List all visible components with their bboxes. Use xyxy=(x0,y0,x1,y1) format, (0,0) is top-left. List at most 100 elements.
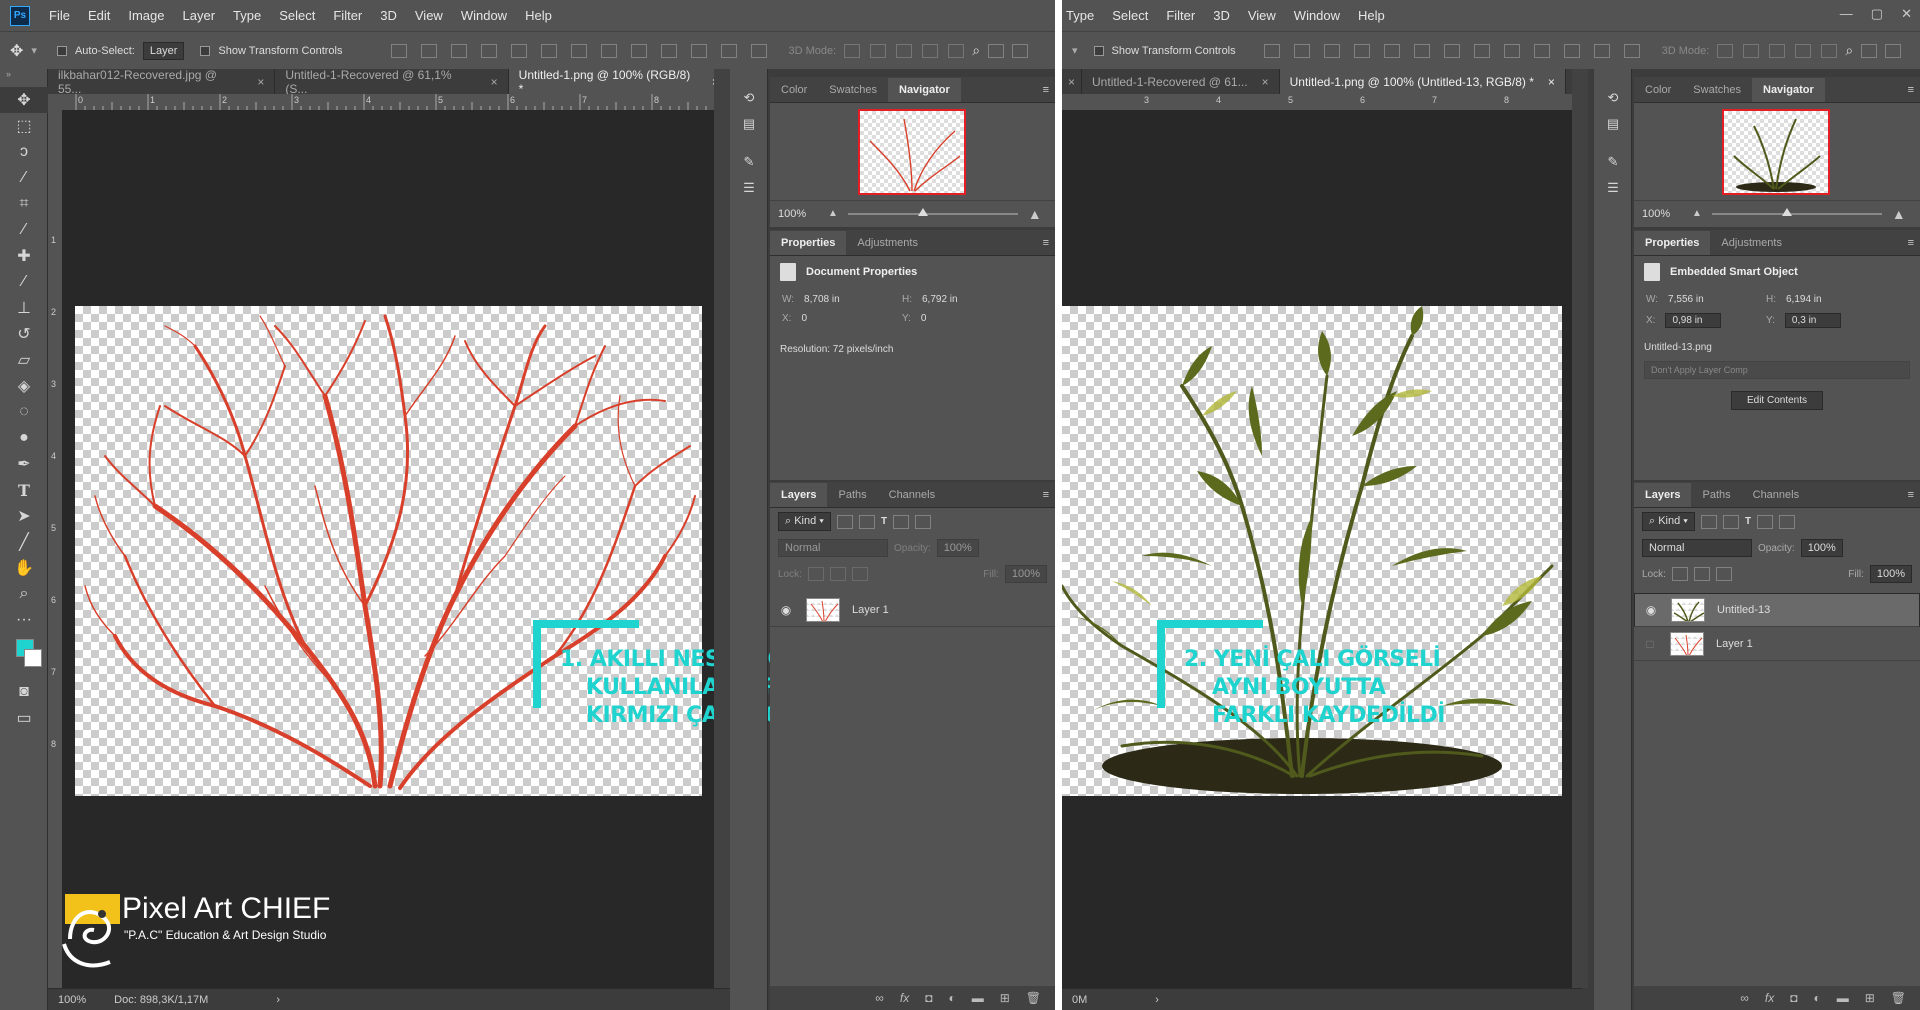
distribute-center-icon[interactable] xyxy=(690,43,707,58)
paint-bucket-icon[interactable]: ◈ xyxy=(0,373,48,399)
fill-field[interactable]: 100% xyxy=(1869,565,1912,583)
opacity-field[interactable]: 100% xyxy=(1800,539,1843,557)
filter-adjustment-icon[interactable] xyxy=(858,514,875,529)
adjustment-layer-icon[interactable]: ◐ xyxy=(948,991,955,1005)
healing-brush-icon[interactable]: ✚ xyxy=(0,243,48,269)
navigator-zoom-value[interactable]: 100% xyxy=(778,208,818,220)
filter-smart-object-icon[interactable] xyxy=(1779,514,1796,529)
close-icon[interactable]: × xyxy=(491,75,498,89)
layer-row[interactable]: □ Layer 1 xyxy=(1634,627,1920,661)
zoom-slider[interactable] xyxy=(847,207,1018,216)
filter-adjustment-icon[interactable] xyxy=(1722,514,1739,529)
tab-channels[interactable]: Channels xyxy=(878,483,946,507)
history-icon[interactable]: ⟲ xyxy=(1594,85,1632,111)
align-bottom-icon[interactable] xyxy=(450,43,467,58)
tab-overflow[interactable]: × xyxy=(1062,69,1083,94)
fill-field[interactable]: 100% xyxy=(1004,565,1047,583)
menu-layer[interactable]: Layer xyxy=(174,8,225,23)
rotate-3d-icon[interactable] xyxy=(844,43,861,58)
workspace-icon[interactable] xyxy=(1861,43,1878,58)
canvas-area[interactable] xyxy=(1062,110,1572,988)
panel-menu-icon[interactable]: ≡ xyxy=(1908,489,1914,501)
slide-3d-icon[interactable] xyxy=(1795,43,1812,58)
clone-stamp-icon[interactable]: ⊥ xyxy=(0,295,48,321)
scale-3d-icon[interactable] xyxy=(1821,43,1838,58)
eye-icon[interactable]: ◉ xyxy=(1643,603,1659,617)
adjust-icon[interactable]: ☰ xyxy=(730,175,768,201)
collapse-toolbar-icon[interactable]: » xyxy=(0,69,47,87)
tab-navigator[interactable]: Navigator xyxy=(888,78,961,102)
tab-color[interactable]: Color xyxy=(770,78,818,102)
align-left-icon[interactable] xyxy=(480,43,497,58)
tab-ilkbahar[interactable]: ilkbahar012-Recovered.jpg @ 55... × xyxy=(48,68,276,96)
tab-untitled-recovered[interactable]: Untitled-1-Recovered @ 61,1% (S... × xyxy=(275,68,509,96)
rotate-3d-icon[interactable] xyxy=(1717,43,1734,58)
panel-menu-icon[interactable]: ≡ xyxy=(1908,84,1914,96)
auto-align-icon[interactable] xyxy=(750,43,767,58)
zoom-out-icon[interactable]: ▲ xyxy=(1692,208,1702,219)
zoom-level[interactable]: 100% xyxy=(58,994,86,1006)
tab-layers[interactable]: Layers xyxy=(1634,483,1692,507)
align-top-icon[interactable] xyxy=(1263,43,1280,58)
align-top-icon[interactable] xyxy=(390,43,407,58)
panel-menu-icon[interactable]: ≡ xyxy=(1043,84,1049,96)
align-middle-icon[interactable] xyxy=(420,43,437,58)
marquee-tool-icon[interactable]: ⬚ xyxy=(0,113,48,139)
new-group-icon[interactable]: ▬ xyxy=(972,991,984,1005)
actions-ruler-icon[interactable]: ▤ xyxy=(1594,111,1632,137)
show-transform-checkbox[interactable] xyxy=(1093,45,1104,56)
menu-help[interactable]: Help xyxy=(516,8,561,23)
zoom-slider-knob[interactable] xyxy=(1781,207,1792,216)
lock-pixels-icon[interactable] xyxy=(1671,567,1688,581)
distribute-left-icon[interactable] xyxy=(1533,43,1550,58)
align-middle-icon[interactable] xyxy=(1293,43,1310,58)
zoom-slider[interactable] xyxy=(1711,207,1882,216)
screen-mode-icon[interactable]: ▭ xyxy=(0,705,48,731)
distribute-bottom-icon[interactable] xyxy=(630,43,647,58)
link-layers-icon[interactable]: ∞ xyxy=(875,991,884,1005)
canvas-area[interactable] xyxy=(62,110,714,988)
menu-type[interactable]: Type xyxy=(224,8,270,23)
opacity-field[interactable]: 100% xyxy=(936,539,979,557)
edit-contents-button[interactable]: Edit Contents xyxy=(1731,391,1823,410)
menu-filter[interactable]: Filter xyxy=(324,8,371,23)
maximize-icon[interactable]: ▢ xyxy=(1871,6,1883,22)
blend-mode-dropdown[interactable]: Normal xyxy=(778,539,888,557)
lock-all-icon[interactable] xyxy=(851,567,868,581)
tab-untitled-1-png[interactable]: Untitled-1.png @ 100% (RGB/8) *× xyxy=(508,68,730,96)
adjustment-layer-icon[interactable]: ◐ xyxy=(1813,991,1820,1005)
menu-window[interactable]: Window xyxy=(1285,8,1349,23)
menu-filter[interactable]: Filter xyxy=(1157,8,1204,23)
scale-3d-icon[interactable] xyxy=(948,43,965,58)
y-field[interactable]: 0,3 in xyxy=(1784,313,1841,328)
roll-3d-icon[interactable] xyxy=(1743,43,1760,58)
lasso-tool-icon[interactable]: ↄ xyxy=(0,139,48,165)
navigator-preview[interactable] xyxy=(858,109,966,195)
chevron-right-icon[interactable]: › xyxy=(276,994,280,1006)
menu-type[interactable]: Type xyxy=(1062,8,1103,23)
zoom-tool-icon[interactable]: ⌕ xyxy=(0,581,48,607)
menu-view[interactable]: View xyxy=(406,8,452,23)
menu-window[interactable]: Window xyxy=(452,8,516,23)
actions-ruler-icon[interactable]: ▤ xyxy=(730,111,768,137)
trash-icon[interactable]: 🗑 xyxy=(1891,991,1906,1005)
zoom-in-icon[interactable]: ▲ xyxy=(1892,206,1906,222)
lock-all-icon[interactable] xyxy=(1715,567,1732,581)
quick-mask-icon[interactable]: ◙ xyxy=(0,679,48,705)
pen-tool-icon[interactable]: ✒ xyxy=(0,451,48,477)
distribute-middle-icon[interactable] xyxy=(1473,43,1490,58)
path-selection-icon[interactable]: ➤ xyxy=(0,503,48,529)
tab-adjustments[interactable]: Adjustments xyxy=(846,231,929,255)
kind-filter-dropdown[interactable]: ⌕ Kind ▾ xyxy=(1642,512,1695,531)
distribute-top-icon[interactable] xyxy=(570,43,587,58)
close-icon[interactable]: ✕ xyxy=(1901,6,1912,22)
eyedropper-icon[interactable]: ⁄ xyxy=(0,217,48,243)
layer-comp-dropdown[interactable]: Don't Apply Layer Comp xyxy=(1644,361,1910,379)
panel-menu-icon[interactable]: ≡ xyxy=(1043,237,1049,249)
show-transform-checkbox[interactable] xyxy=(200,45,211,56)
fx-icon[interactable]: fx xyxy=(1765,991,1774,1005)
tab-paths[interactable]: Paths xyxy=(1691,483,1741,507)
distribute-middle-icon[interactable] xyxy=(600,43,617,58)
line-tool-icon[interactable]: ╱ xyxy=(0,529,48,555)
menu-view[interactable]: View xyxy=(1239,8,1285,23)
